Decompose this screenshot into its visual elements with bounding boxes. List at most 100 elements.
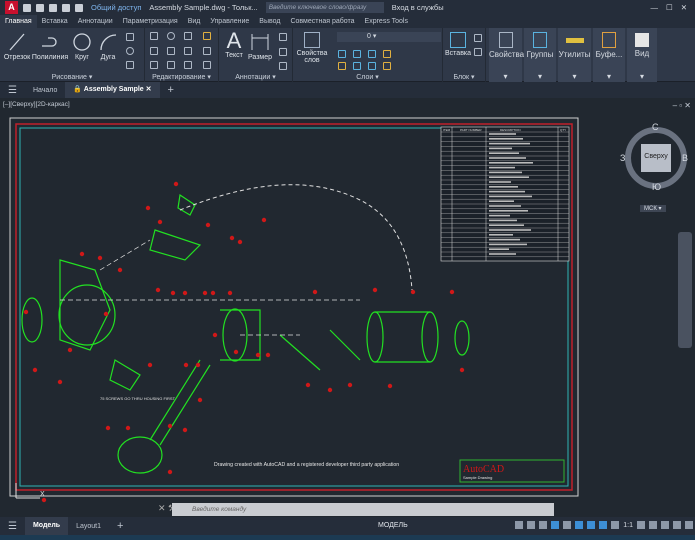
layer-tool-icon[interactable]	[383, 62, 391, 70]
expand-arrow[interactable]: ▾	[558, 72, 591, 81]
maximize-button[interactable]: ☐	[666, 3, 673, 12]
tab-express-tools[interactable]: Express Tools	[360, 18, 413, 25]
minimize-button[interactable]: —	[650, 3, 658, 12]
panel-layers-title[interactable]: Слои ▾	[293, 73, 442, 81]
clipboard-button[interactable]: Буфе... ▾	[593, 28, 625, 82]
layer-dropdown[interactable]: 0 ▾	[337, 32, 441, 42]
trim-icon[interactable]	[184, 32, 192, 40]
viewport-controls[interactable]: [–][Сверху][2D-каркас]	[3, 101, 70, 108]
erase-icon[interactable]	[203, 32, 211, 40]
grid-icon[interactable]	[515, 521, 524, 529]
ucs-dropdown[interactable]: МСК ▾	[640, 205, 666, 212]
layer-tool-icon[interactable]	[353, 62, 361, 70]
viewcube-south[interactable]: Ю	[652, 182, 661, 192]
rotate-icon[interactable]	[167, 32, 175, 40]
snap-icon[interactable]	[527, 521, 536, 529]
expand-arrow[interactable]: ▾	[489, 72, 522, 81]
tab-model[interactable]: Модель	[24, 517, 69, 535]
command-input[interactable]: Введите команду	[172, 503, 554, 516]
text-tool[interactable]: A Текст	[222, 30, 246, 60]
hatch-icon[interactable]	[126, 61, 134, 69]
groups-button[interactable]: Группы ▾	[524, 28, 556, 82]
new-icon[interactable]	[23, 3, 31, 12]
table-icon[interactable]	[279, 62, 287, 70]
viewcube-north[interactable]: С	[652, 122, 659, 132]
panel-draw-title[interactable]: Рисование ▾	[0, 73, 144, 81]
properties-button[interactable]: Свойства ▾	[489, 28, 524, 82]
layer-tool-icon[interactable]	[338, 50, 346, 58]
dimension-tool[interactable]: Размер	[247, 32, 273, 61]
viewcube-east[interactable]: В	[682, 153, 688, 163]
drawing-canvas[interactable]: ITEM PART NUMBER DESCRIPTION QTY 75 SCREWS …	[0, 110, 695, 503]
insert-block-tool[interactable]: Вставка	[445, 32, 471, 57]
save-as-icon[interactable]	[62, 3, 70, 12]
signin-button[interactable]: Вход в службы	[392, 3, 444, 12]
viewport-window-controls[interactable]: – ▫ ✕	[673, 101, 691, 110]
utilities-button[interactable]: Утилиты ▾	[558, 28, 591, 82]
navigation-bar[interactable]	[678, 232, 692, 348]
offset-icon[interactable]	[203, 61, 211, 69]
save-icon[interactable]	[49, 3, 57, 12]
panel-block-title[interactable]: Блок ▾	[443, 73, 485, 81]
expand-arrow[interactable]: ▾	[627, 72, 657, 81]
tab-layout1[interactable]: Layout1	[68, 523, 109, 530]
layouts-menu-icon[interactable]: ☰	[0, 521, 25, 532]
annotation-visibility-icon[interactable]	[599, 521, 608, 529]
leader-icon[interactable]	[279, 48, 287, 56]
otrack-icon[interactable]	[575, 521, 584, 529]
isolate-icon[interactable]	[661, 521, 669, 529]
polyline-tool[interactable]: Полилиния	[31, 32, 69, 61]
tab-assembly-sample[interactable]: 🔒 Assembly Sample ✕	[65, 82, 160, 98]
search-input[interactable]: Введите ключевое слово/фразу	[265, 2, 384, 13]
viewcube-top-face[interactable]: Сверху	[641, 153, 671, 160]
lineweight-icon[interactable]	[587, 521, 596, 529]
tab-annotate[interactable]: Аннотации	[73, 18, 118, 25]
menu-icon[interactable]: ☰	[0, 85, 25, 96]
autoscale-icon[interactable]	[611, 521, 620, 529]
tab-parametric[interactable]: Параметризация	[118, 18, 183, 25]
fullscreen-icon[interactable]	[673, 521, 681, 529]
close-tab-icon[interactable]: ✕	[146, 86, 152, 93]
linear-dim-icon[interactable]	[279, 33, 287, 41]
autocad-logo[interactable]: A	[5, 1, 18, 14]
layer-tool-icon[interactable]	[383, 50, 391, 58]
plot-icon[interactable]	[75, 3, 83, 12]
move-icon[interactable]	[150, 32, 158, 40]
tab-home[interactable]: Главная	[0, 15, 37, 28]
explode-icon[interactable]	[203, 47, 211, 55]
model-space-toggle[interactable]: МОДЕЛЬ	[378, 522, 408, 529]
mirror-icon[interactable]	[167, 47, 175, 55]
viewcube[interactable]: Сверху С Ю З В	[620, 120, 692, 200]
scale-icon[interactable]	[167, 61, 175, 69]
workspace-gear-icon[interactable]	[637, 521, 645, 529]
add-layout-button[interactable]: +	[109, 520, 131, 532]
ellipse-icon[interactable]	[126, 47, 134, 55]
tab-view[interactable]: Вид	[183, 18, 206, 25]
edit-block-icon[interactable]	[474, 48, 482, 56]
plus-icon[interactable]	[649, 521, 657, 529]
layer-tool-icon[interactable]	[353, 50, 361, 58]
layer-tool-icon[interactable]	[338, 62, 346, 70]
tab-manage[interactable]: Управление	[205, 18, 254, 25]
create-block-icon[interactable]	[474, 34, 482, 42]
panel-modify-title[interactable]: Редактирование ▾	[145, 73, 218, 81]
expand-arrow[interactable]: ▾	[524, 72, 556, 81]
ortho-icon[interactable]	[539, 521, 548, 529]
viewcube-west[interactable]: З	[620, 153, 625, 163]
polar-icon[interactable]	[551, 521, 560, 529]
tab-start[interactable]: Начало	[25, 87, 65, 94]
stretch-icon[interactable]	[150, 61, 158, 69]
close-button[interactable]: ✕	[681, 3, 687, 12]
circle-tool[interactable]: Круг	[70, 32, 94, 61]
expand-arrow[interactable]: ▾	[593, 72, 625, 81]
new-tab-button[interactable]: +	[160, 84, 182, 96]
layer-tool-icon[interactable]	[368, 62, 376, 70]
array-icon[interactable]	[184, 61, 192, 69]
line-tool[interactable]: Отрезок	[3, 32, 31, 61]
osnap-icon[interactable]	[563, 521, 572, 529]
rectangle-icon[interactable]	[126, 33, 134, 41]
arc-tool[interactable]: Дуга	[96, 32, 120, 61]
tab-collaborate[interactable]: Совместная работа	[285, 18, 359, 25]
layer-properties-tool[interactable]: Свойства слов	[295, 32, 329, 64]
fillet-icon[interactable]	[184, 47, 192, 55]
